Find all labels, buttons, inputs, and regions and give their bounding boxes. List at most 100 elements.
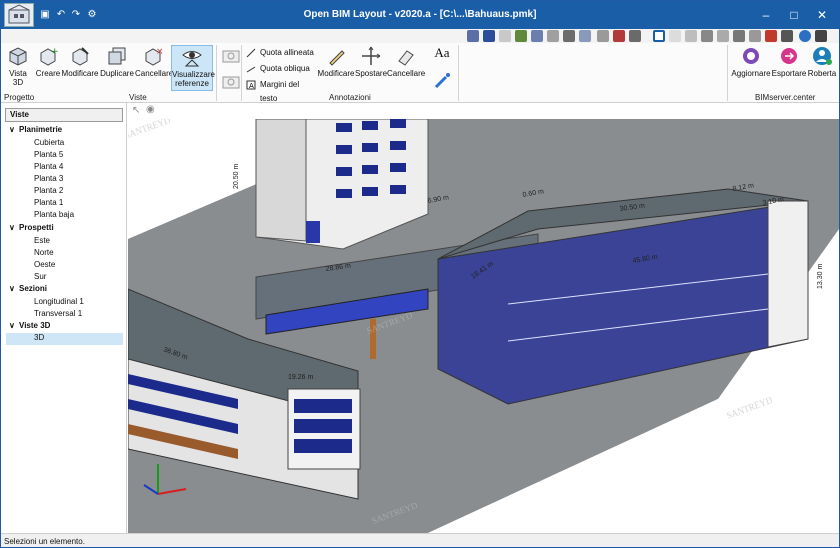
- annotazioni-modificare-button[interactable]: Modificare: [317, 45, 355, 78]
- annotazioni-cancellare-button[interactable]: Cancellare: [387, 45, 425, 78]
- chevron-down-icon[interactable]: ∨: [9, 223, 19, 232]
- refresh-icon: [743, 48, 759, 64]
- tree-group-label: Planimetrie: [19, 125, 63, 134]
- pan-icon[interactable]: [547, 30, 559, 42]
- tree-item[interactable]: Norte: [34, 248, 54, 257]
- tree-item[interactable]: Longitudinal 1: [34, 297, 84, 306]
- user-account-button[interactable]: Roberta: [807, 45, 837, 78]
- tree-group-label: Prospetti: [19, 223, 54, 232]
- aggiornare-label: Aggiornare: [731, 69, 771, 78]
- aggiornare-button[interactable]: Aggiornare: [731, 45, 771, 78]
- cursor-icon[interactable]: ↖: [132, 105, 140, 116]
- modificare-button[interactable]: Modificare: [61, 45, 99, 78]
- eye-icon: [182, 51, 202, 67]
- group-label-progetto: Progetto: [4, 93, 35, 102]
- text-margin-icon: A: [246, 80, 256, 90]
- tool-icon-6[interactable]: [613, 30, 625, 42]
- tree-item-selected[interactable]: 3D: [6, 333, 123, 345]
- tree-item[interactable]: Planta 1: [34, 198, 63, 207]
- spostare-button[interactable]: Spostare: [355, 45, 387, 78]
- chevron-down-icon[interactable]: ∨: [9, 321, 19, 330]
- chevron-down-icon[interactable]: ∨: [9, 125, 19, 134]
- tree-item[interactable]: Planta 2: [34, 186, 63, 195]
- creare-button[interactable]: + Creare: [35, 45, 61, 78]
- tree-group-viste3d[interactable]: ∨ Viste 3D: [9, 321, 50, 330]
- spostare-label: Spostare: [355, 69, 388, 78]
- minimize-button[interactable]: –: [756, 6, 776, 24]
- group-separator: [216, 45, 217, 101]
- status-bar: Selezioni un elemento.: [1, 533, 839, 547]
- tool-icon-8[interactable]: [701, 30, 713, 42]
- margini-testo-button[interactable]: A Margini del testo: [246, 78, 318, 103]
- visualizzare-label: Visualizzare referenze: [172, 70, 215, 88]
- tool-icon-3[interactable]: [499, 30, 511, 42]
- close-button[interactable]: ✕: [812, 6, 832, 24]
- 3d-viewport[interactable]: 20.50 m 28.86 m 18.41 m 45.80 m 36.80 m …: [128, 119, 839, 533]
- move-icon: [362, 46, 381, 65]
- tool-icon-12[interactable]: [765, 30, 777, 42]
- chevron-down-icon[interactable]: ∨: [9, 284, 19, 293]
- tool-icon-2[interactable]: [483, 30, 495, 42]
- tree-item[interactable]: Planta 3: [34, 174, 63, 183]
- grid-icon[interactable]: [669, 30, 681, 42]
- text-color-button[interactable]: [429, 69, 455, 93]
- tree-item[interactable]: Planta 5: [34, 150, 63, 159]
- tool-icon-1[interactable]: [467, 30, 479, 42]
- group-separator: [727, 45, 728, 101]
- quota-allineata-button[interactable]: Quota allineata: [246, 46, 316, 60]
- viewport-toolstrip: ↖ ◉: [128, 103, 839, 119]
- frame-icon[interactable]: [653, 30, 665, 42]
- aligned-dimension-icon: [246, 48, 256, 58]
- duplicare-button[interactable]: Duplicare: [99, 45, 135, 78]
- view-icon[interactable]: [579, 30, 591, 42]
- text-style-button[interactable]: Aa: [429, 45, 455, 61]
- tool-icon-7[interactable]: [629, 30, 641, 42]
- snap-icon[interactable]: [685, 30, 697, 42]
- svg-text:A: A: [249, 82, 254, 90]
- stair-window: [294, 419, 352, 433]
- tree-item[interactable]: Transversal 1: [34, 309, 82, 318]
- margini-testo-label: Margini del testo: [260, 80, 300, 103]
- visualizzare-referenze-button[interactable]: Visualizzare referenze: [171, 45, 215, 91]
- tree-group-sezioni[interactable]: ∨ Sezioni: [9, 284, 47, 293]
- quota-allineata-label: Quota allineata: [260, 48, 314, 57]
- tool-icon-4[interactable]: [515, 30, 527, 42]
- quota-obliqua-label: Quota obliqua: [260, 64, 310, 73]
- maximize-button[interactable]: □: [784, 6, 804, 24]
- esportare-button[interactable]: Esportare: [771, 45, 807, 78]
- tool-icon-13[interactable]: [781, 30, 793, 42]
- watermark: SANTREYD: [128, 119, 172, 141]
- tool-icon-9[interactable]: [717, 30, 729, 42]
- view-options-icon[interactable]: ◉: [146, 104, 155, 115]
- dimension-label: 19.26 m: [288, 374, 313, 381]
- zoom-icon[interactable]: [531, 30, 543, 42]
- quota-obliqua-button[interactable]: Quota obliqua: [246, 62, 316, 76]
- tree-group-planimetrie[interactable]: ∨ Planimetrie: [9, 125, 62, 134]
- tree-group-label: Viste 3D: [19, 321, 51, 330]
- vista3d-button[interactable]: Vista 3D: [3, 45, 33, 87]
- window-title: Open BIM Layout - v2020.a - [C:\...\Bahu…: [303, 9, 537, 20]
- camera-button[interactable]: [219, 45, 240, 69]
- tree-item[interactable]: Oeste: [34, 260, 55, 269]
- tool-icon-11[interactable]: [749, 30, 761, 42]
- stair-window: [294, 399, 352, 413]
- tree-item[interactable]: Sur: [34, 272, 46, 281]
- tree-group-prospetti[interactable]: ∨ Prospetti: [9, 223, 54, 232]
- orbit-icon[interactable]: [563, 30, 575, 42]
- export-icon: [781, 48, 797, 64]
- tree-item[interactable]: Cubierta: [34, 138, 64, 147]
- tree-item[interactable]: Este: [34, 236, 50, 245]
- tree-item[interactable]: Planta 4: [34, 162, 63, 171]
- camera-button-2[interactable]: [219, 71, 240, 95]
- svg-text:+: +: [51, 47, 59, 57]
- help-icon[interactable]: [815, 30, 827, 42]
- title-bar: ▣ ↶ ↷ ⚙ Open BIM Layout - v2020.a - [C:\…: [1, 1, 839, 29]
- building-3d-model[interactable]: 20.50 m 28.86 m 18.41 m 45.80 m 36.80 m …: [128, 119, 839, 533]
- cube-icon: [9, 47, 27, 66]
- tool-icon-5[interactable]: [597, 30, 609, 42]
- globe-icon[interactable]: [799, 30, 811, 42]
- tool-icon-10[interactable]: [733, 30, 745, 42]
- tree-item[interactable]: Planta baja: [34, 210, 74, 219]
- cancellare-button[interactable]: × Cancellare: [135, 45, 173, 78]
- eraser-icon: [398, 50, 414, 66]
